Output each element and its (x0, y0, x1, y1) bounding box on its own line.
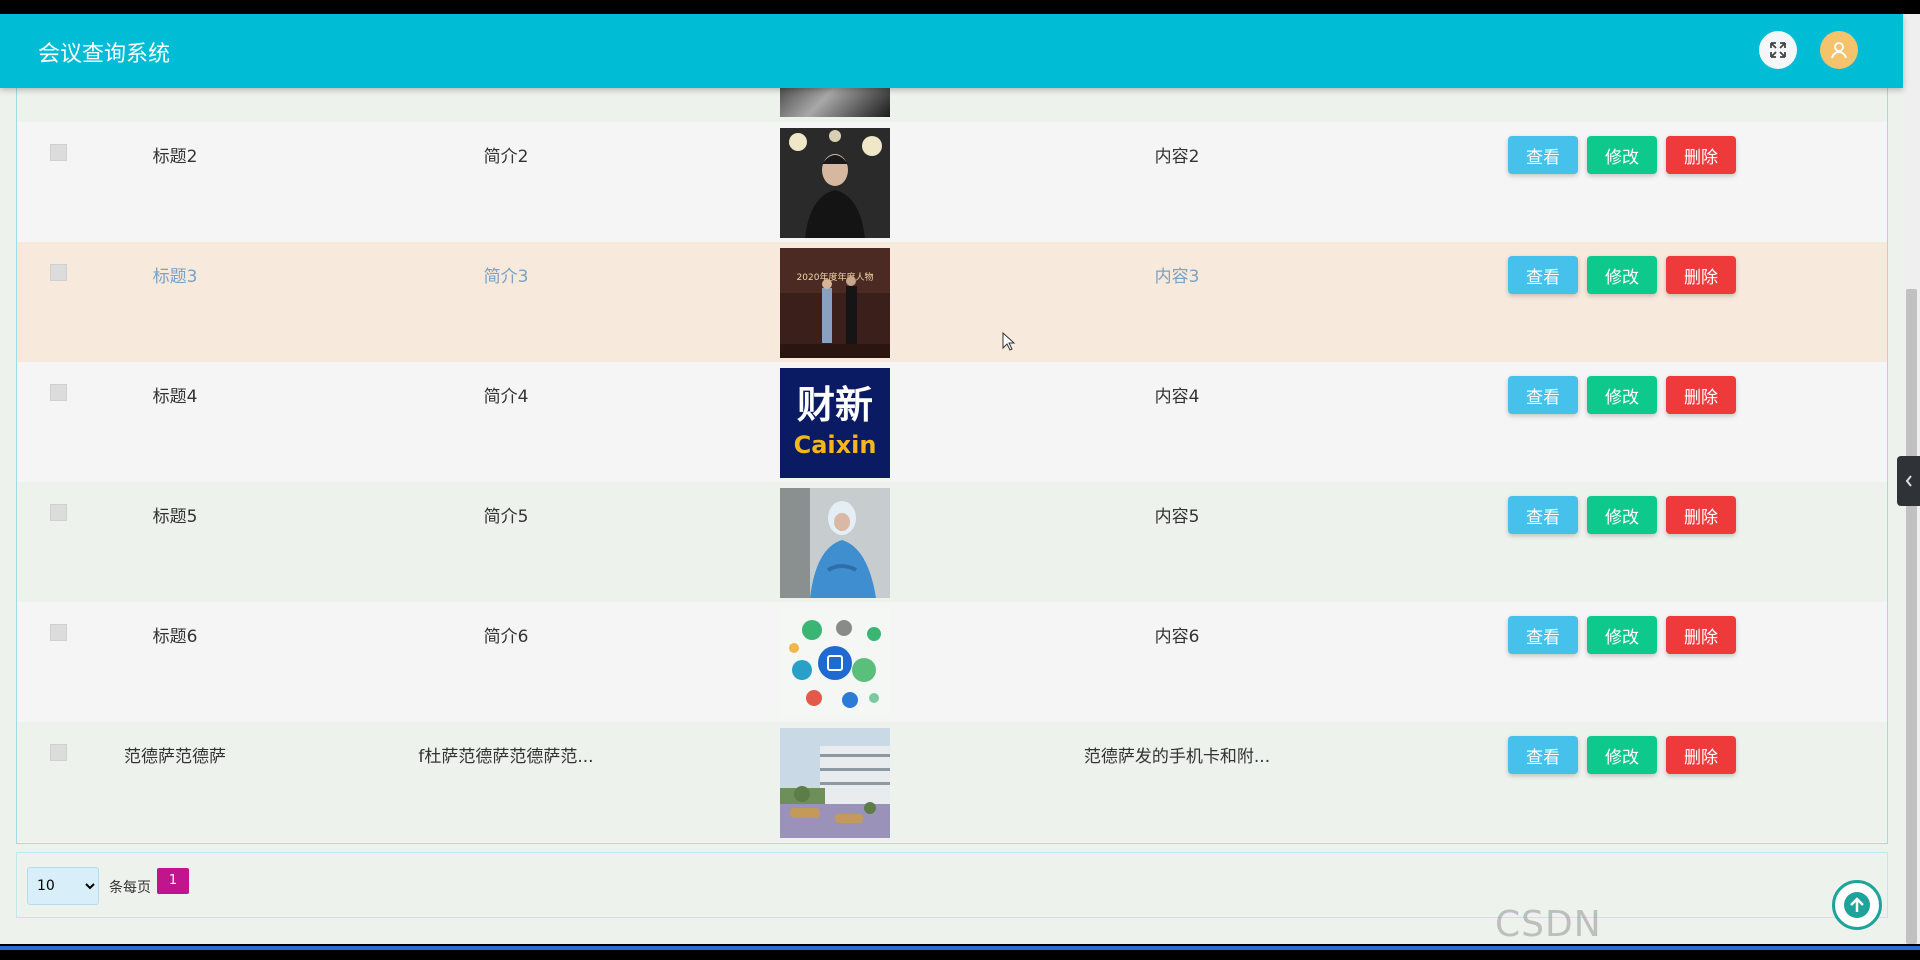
thumbnail-image (780, 608, 890, 718)
edit-button[interactable]: 修改 (1587, 376, 1657, 414)
table-row[interactable]: 标题4 简介4 财新 Caixin 内容4 查看 修改 删除 (17, 362, 1887, 482)
watermark: CSDN @nodejava666666 (1495, 904, 1602, 944)
thumbnail-image (780, 128, 890, 238)
edit-button[interactable]: 修改 (1587, 496, 1657, 534)
cell-content: 内容5 (1154, 507, 1200, 527)
cell-intro: 简介6 (483, 627, 529, 647)
view-button[interactable]: 查看 (1508, 376, 1578, 414)
delete-button[interactable]: 删除 (1666, 616, 1736, 654)
cell-content: 范德萨发的手机卡和附... (1083, 747, 1271, 767)
chevron-left-icon (1905, 475, 1912, 487)
table-row[interactable]: 范德萨范德萨 f杜萨范德萨范德萨范... 范德萨发的手机卡和附... 查看 修改 删除 (17, 722, 1887, 842)
thumbnail-image: 2020年度年度人物 (780, 248, 890, 358)
cell-title: 标题4 (152, 387, 198, 407)
cell-title: 标题5 (152, 507, 198, 527)
table-row[interactable]: 标题2 简介2 内容2 查看 修改 删除 (17, 122, 1887, 242)
cell-intro: 简介4 (483, 387, 529, 407)
app-title: 会议查询系统 (38, 42, 171, 67)
cell-title: 范德萨范德萨 (124, 747, 226, 767)
cell-content: 内容2 (1154, 147, 1200, 167)
table-row[interactable]: 标题6 简介6 内容6 查看 修改 删除 (17, 602, 1887, 722)
view-button[interactable]: 查看 (1508, 256, 1578, 294)
svg-text:财新: 财新 (797, 383, 873, 427)
scrollbar-thumb[interactable] (1906, 289, 1917, 944)
fullscreen-button[interactable] (1759, 31, 1797, 69)
row-checkbox[interactable] (50, 144, 67, 161)
edit-button[interactable]: 修改 (1587, 616, 1657, 654)
svg-text:2020年度年度人物: 2020年度年度人物 (797, 271, 874, 283)
thumbnail-image (780, 488, 890, 598)
table-row[interactable]: 标题3 简介3 2020年度年度人物 内容3 查看 修改 删除 (17, 242, 1887, 362)
user-icon (1831, 42, 1847, 59)
svg-text:Caixin: Caixin (794, 431, 877, 459)
table-row[interactable]: 标题5 简介5 内容5 查看 修改 删除 (17, 482, 1887, 602)
delete-button[interactable]: 删除 (1666, 496, 1736, 534)
row-checkbox[interactable] (50, 624, 67, 641)
top-header: 会议查询系统 (0, 14, 1903, 88)
row-checkbox[interactable] (50, 264, 67, 281)
app-screen: 会议查询系统 标题2 简介2 内容2 查看 修改 删除 标题3 简介3 2020年度年度人物 内容… (0, 14, 1920, 944)
row-checkbox[interactable] (50, 504, 67, 521)
view-button[interactable]: 查看 (1508, 136, 1578, 174)
side-panel-toggle[interactable] (1897, 456, 1920, 506)
cell-content: 内容4 (1154, 387, 1200, 407)
cell-content: 内容3 (1154, 267, 1200, 287)
delete-button[interactable]: 删除 (1666, 256, 1736, 294)
row-checkbox[interactable] (50, 744, 67, 761)
delete-button[interactable]: 删除 (1666, 376, 1736, 414)
page-button-current[interactable]: 1 (157, 868, 189, 894)
view-button[interactable]: 查看 (1508, 736, 1578, 774)
view-button[interactable]: 查看 (1508, 616, 1578, 654)
cell-intro: f杜萨范德萨范德萨范... (418, 747, 594, 767)
cell-title: 标题6 (152, 627, 198, 647)
fullscreen-icon (1770, 42, 1786, 58)
thumbnail-image (780, 728, 890, 838)
mouse-cursor (1002, 331, 1016, 356)
edit-button[interactable]: 修改 (1587, 256, 1657, 294)
edit-button[interactable]: 修改 (1587, 136, 1657, 174)
row-checkbox[interactable] (50, 384, 67, 401)
cell-intro: 简介2 (483, 147, 529, 167)
edit-button[interactable]: 修改 (1587, 736, 1657, 774)
page-size-select[interactable]: 10 (27, 867, 99, 905)
user-avatar-button[interactable] (1820, 31, 1858, 69)
cell-title: 标题3 (152, 267, 198, 287)
thumbnail-image: 财新 Caixin (780, 368, 890, 478)
cell-intro: 简介5 (483, 507, 529, 527)
bottom-progress-bar (0, 946, 1920, 950)
cell-content: 内容6 (1154, 627, 1200, 647)
view-button[interactable]: 查看 (1508, 496, 1578, 534)
per-page-label: 条每页 (109, 880, 151, 896)
delete-button[interactable]: 删除 (1666, 736, 1736, 774)
delete-button[interactable]: 删除 (1666, 136, 1736, 174)
data-table: 标题2 简介2 内容2 查看 修改 删除 标题3 简介3 2020年度年度人物 内容3 查看 修改 删除… (16, 14, 1888, 844)
cell-title: 标题2 (152, 147, 198, 167)
cell-intro: 简介3 (483, 267, 529, 287)
